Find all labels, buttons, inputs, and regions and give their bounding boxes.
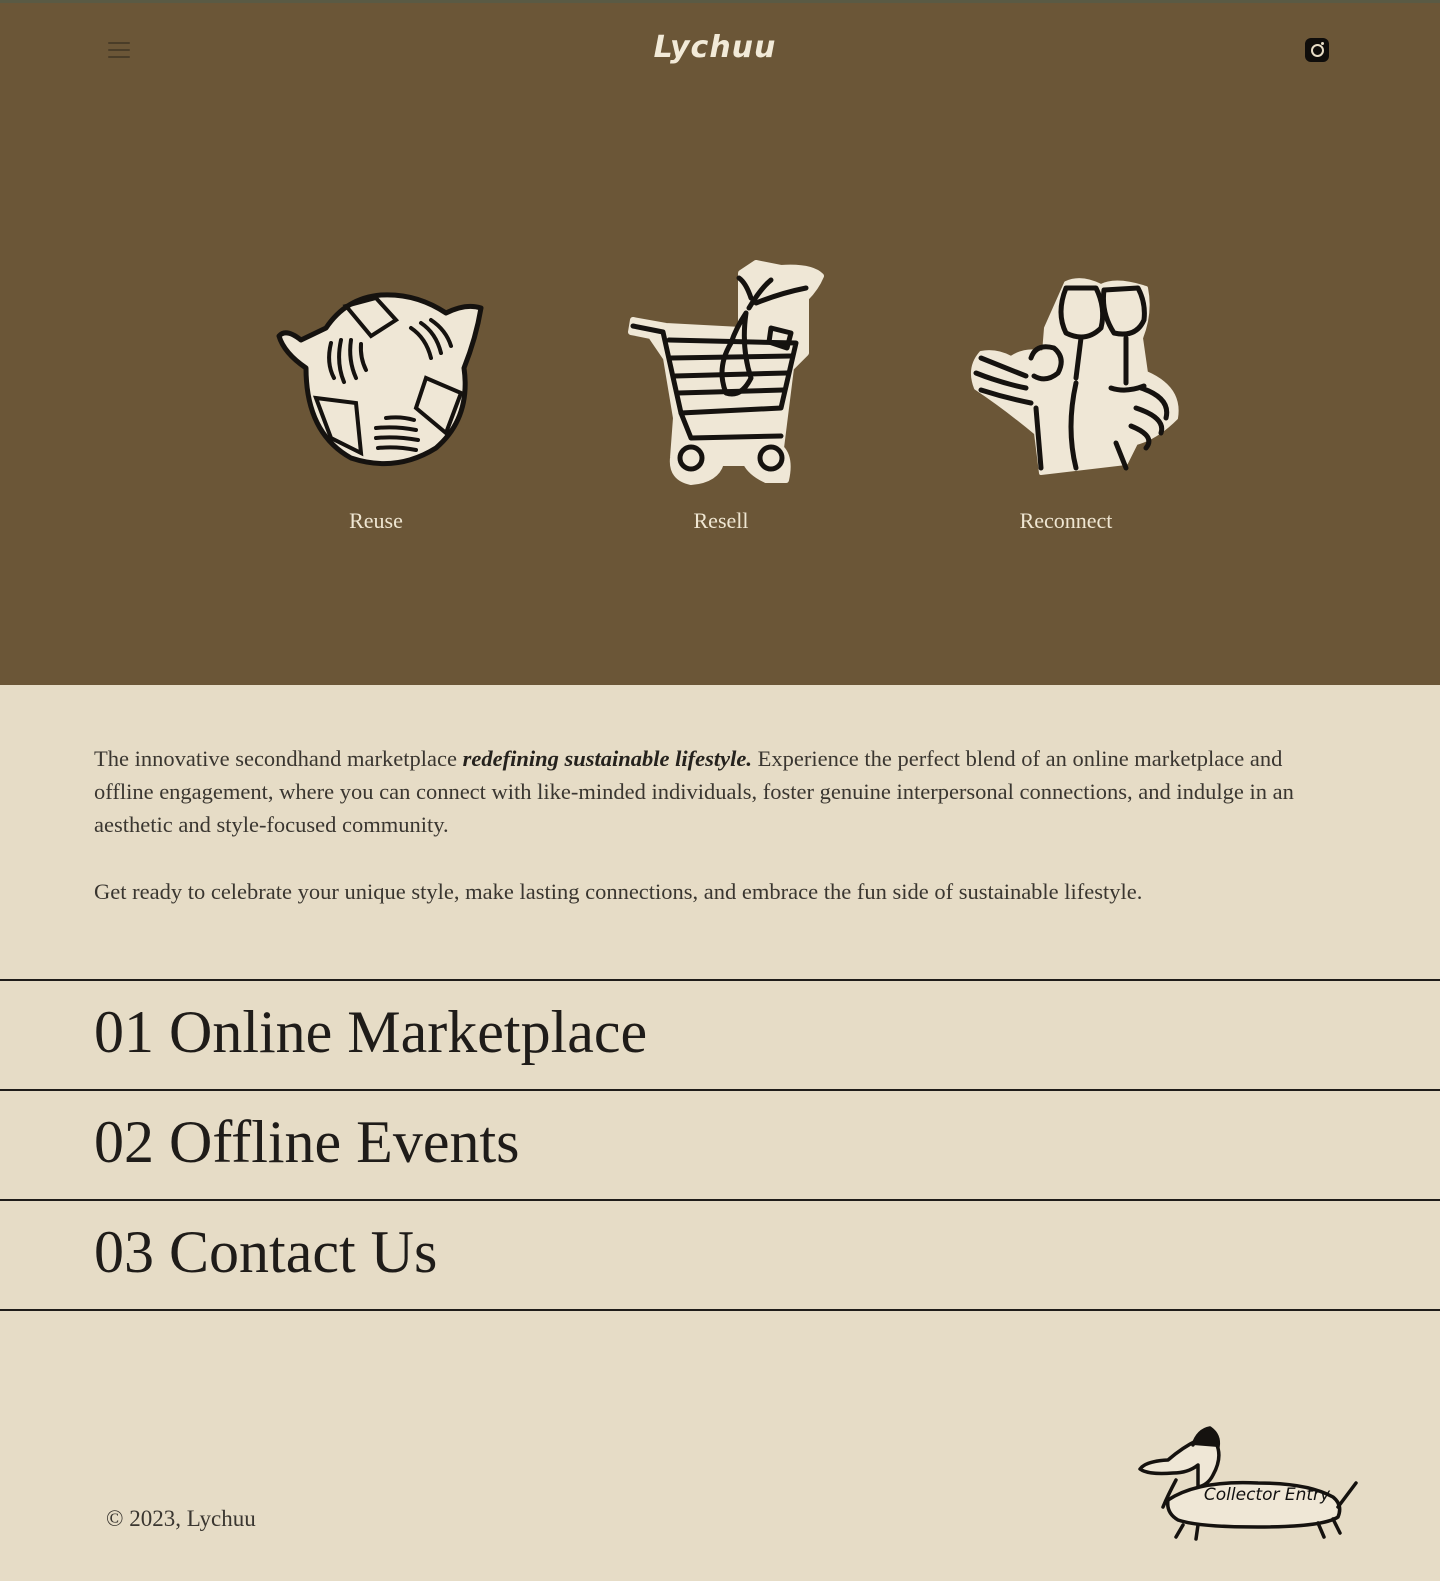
section-online-marketplace[interactable]: 01 Online Marketplace [0, 979, 1440, 1089]
value-label-resell: Resell [693, 508, 749, 533]
collector-entry-label: Collector Entry [1203, 1485, 1331, 1505]
shopping-cart-icon [628, 260, 824, 485]
wine-glasses-toast-icon [970, 278, 1179, 475]
section-title: 02 Offline Events [94, 1109, 520, 1175]
collector-entry-button[interactable]: Collector Entry [1138, 1425, 1360, 1545]
hamburger-menu-icon[interactable] [108, 40, 130, 60]
site-logo[interactable]: Lychuu [600, 30, 830, 65]
top-border [0, 0, 1440, 3]
intro-paragraph-2: Get ready to celebrate your unique style… [94, 879, 1143, 904]
section-title: 03 Contact Us [94, 1219, 438, 1285]
intro-text: The innovative secondhand marketplace re… [94, 742, 1344, 908]
value-label-reconnect: Reconnect [1019, 508, 1113, 533]
intro-paragraph-1: The innovative secondhand marketplace re… [94, 742, 1344, 841]
intro-emphasis: redefining sustainable lifestyle. [462, 746, 752, 771]
section-contact-us[interactable]: 03 Contact Us [0, 1199, 1440, 1311]
recycle-hands-icon [276, 292, 484, 467]
value-label-reuse: Reuse [349, 508, 403, 533]
hero-section: Lychuu Reuse Resell Reconnect [0, 0, 1440, 685]
copyright-text: © 2023, Lychuu [106, 1506, 256, 1531]
section-title: 01 Online Marketplace [94, 999, 648, 1065]
section-offline-events[interactable]: 02 Offline Events [0, 1089, 1440, 1199]
instagram-icon[interactable] [1305, 38, 1329, 62]
intro-text-start: The innovative secondhand marketplace [94, 746, 463, 771]
